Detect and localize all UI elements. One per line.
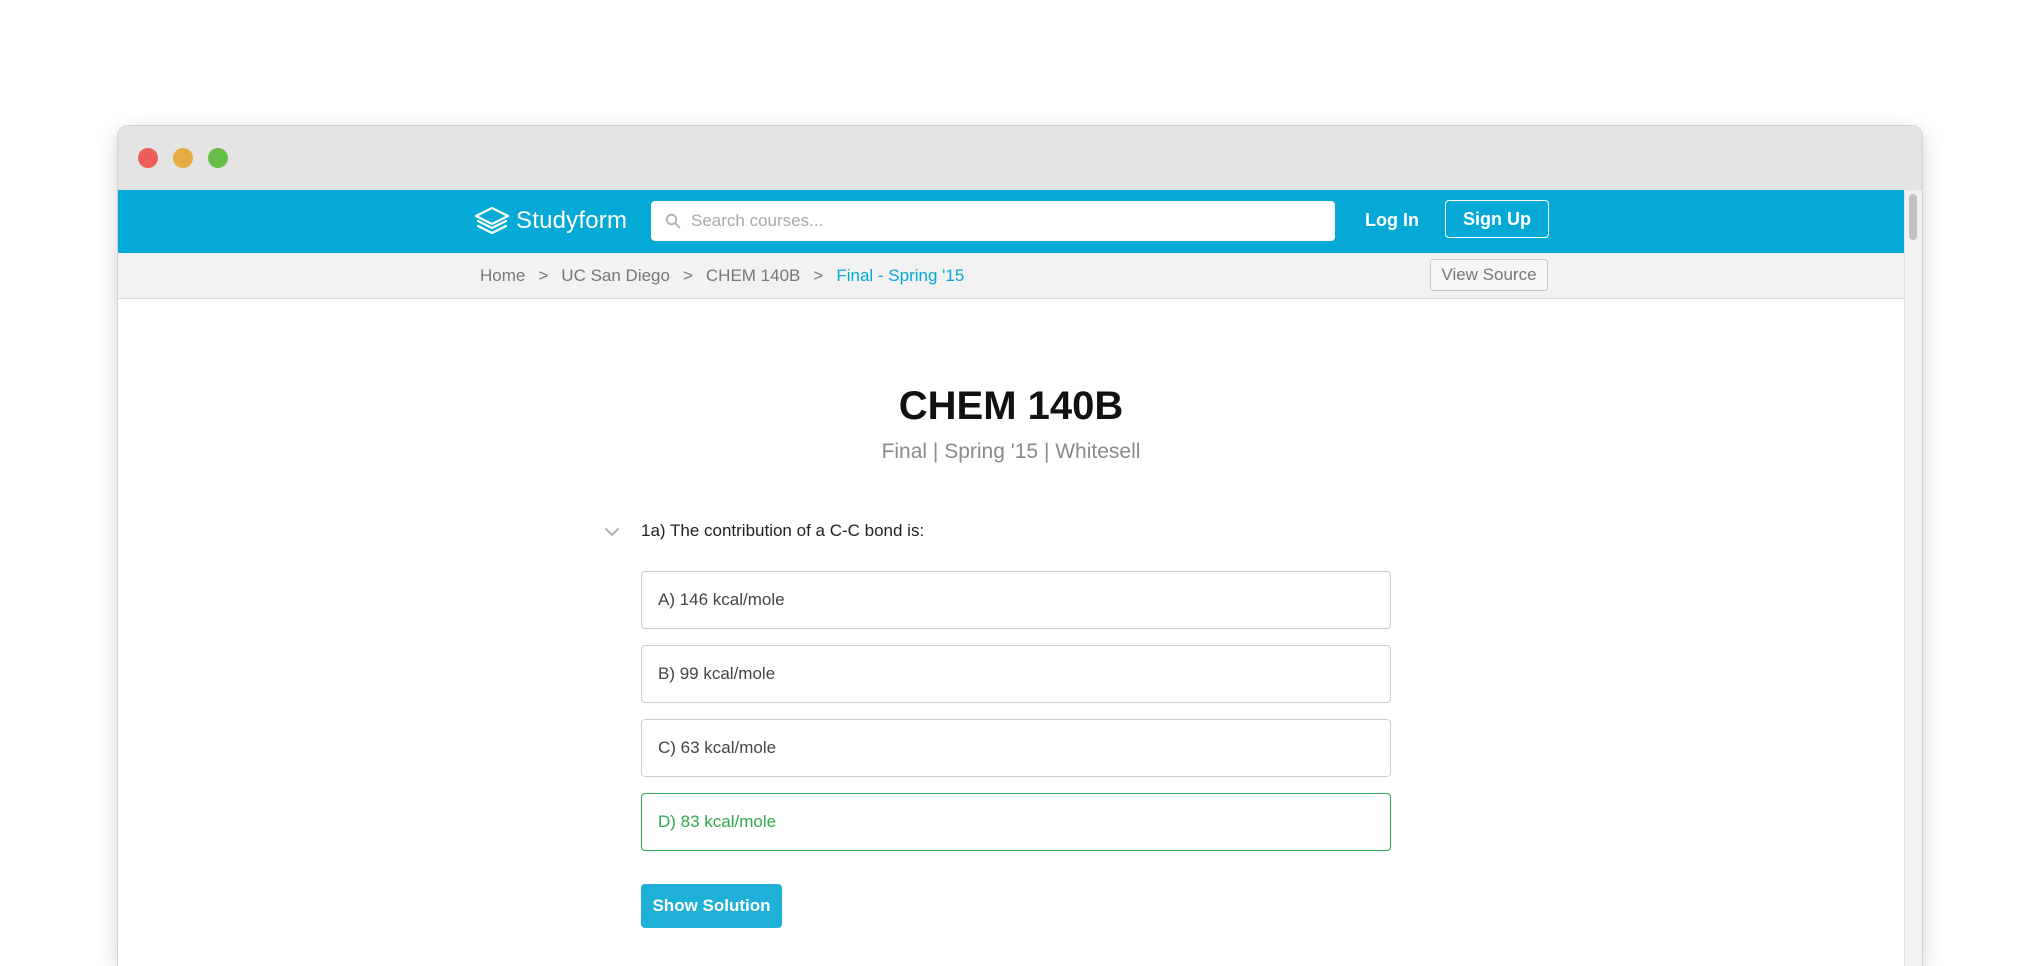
breadcrumb-bar: Home > UC San Diego > CHEM 140B > Final …	[118, 253, 1904, 299]
login-link[interactable]: Log In	[1365, 210, 1419, 231]
chevron-down-icon[interactable]	[604, 527, 620, 537]
breadcrumb-school[interactable]: UC San Diego	[561, 266, 670, 286]
top-navbar: Studyform Log In Sign Up	[118, 190, 1904, 253]
scrollbar-track[interactable]	[1904, 190, 1922, 966]
breadcrumb-separator: >	[813, 266, 824, 285]
search-icon	[665, 213, 681, 229]
answer-option-c[interactable]: C) 63 kcal/mole	[641, 719, 1391, 777]
view-source-button[interactable]: View Source	[1430, 259, 1548, 291]
search-input[interactable]	[689, 210, 1293, 232]
answer-option-d[interactable]: D) 83 kcal/mole	[641, 793, 1391, 851]
breadcrumb-home[interactable]: Home	[480, 266, 525, 286]
window-titlebar	[118, 126, 1922, 190]
breadcrumb-current[interactable]: Final - Spring '15	[836, 266, 964, 286]
show-solution-button[interactable]: Show Solution	[641, 884, 782, 928]
breadcrumb-course[interactable]: CHEM 140B	[706, 266, 800, 286]
breadcrumb: Home > UC San Diego > CHEM 140B > Final …	[480, 266, 964, 286]
zoom-window-button[interactable]	[208, 148, 228, 168]
page-subtitle: Final | Spring '15 | Whitesell	[881, 440, 1141, 463]
page-title: CHEM 140B	[898, 384, 1124, 428]
answer-option-b[interactable]: B) 99 kcal/mole	[641, 645, 1391, 703]
close-window-button[interactable]	[138, 148, 158, 168]
answer-option-a[interactable]: A) 146 kcal/mole	[641, 571, 1391, 629]
question-text: 1a) The contribution of a C-C bond is:	[641, 521, 925, 540]
browser-window: Studyform Log In Sign Up Home > UC San D…	[118, 126, 1922, 966]
scrollbar-thumb[interactable]	[1909, 194, 1917, 240]
minimize-window-button[interactable]	[173, 148, 193, 168]
answer-option-label: C) 63 kcal/mole	[658, 738, 777, 757]
answer-option-label: D) 83 kcal/mole	[658, 812, 777, 831]
layers-icon	[474, 206, 510, 235]
search-box[interactable]	[651, 201, 1335, 241]
answer-option-label: B) 99 kcal/mole	[658, 664, 776, 683]
brand-name: Studyform	[516, 207, 628, 234]
brand-logo[interactable]: Studyform	[474, 206, 627, 236]
answer-option-label: A) 146 kcal/mole	[658, 590, 785, 609]
breadcrumb-separator: >	[538, 266, 549, 285]
signup-button[interactable]: Sign Up	[1445, 200, 1549, 238]
breadcrumb-separator: >	[682, 266, 693, 285]
